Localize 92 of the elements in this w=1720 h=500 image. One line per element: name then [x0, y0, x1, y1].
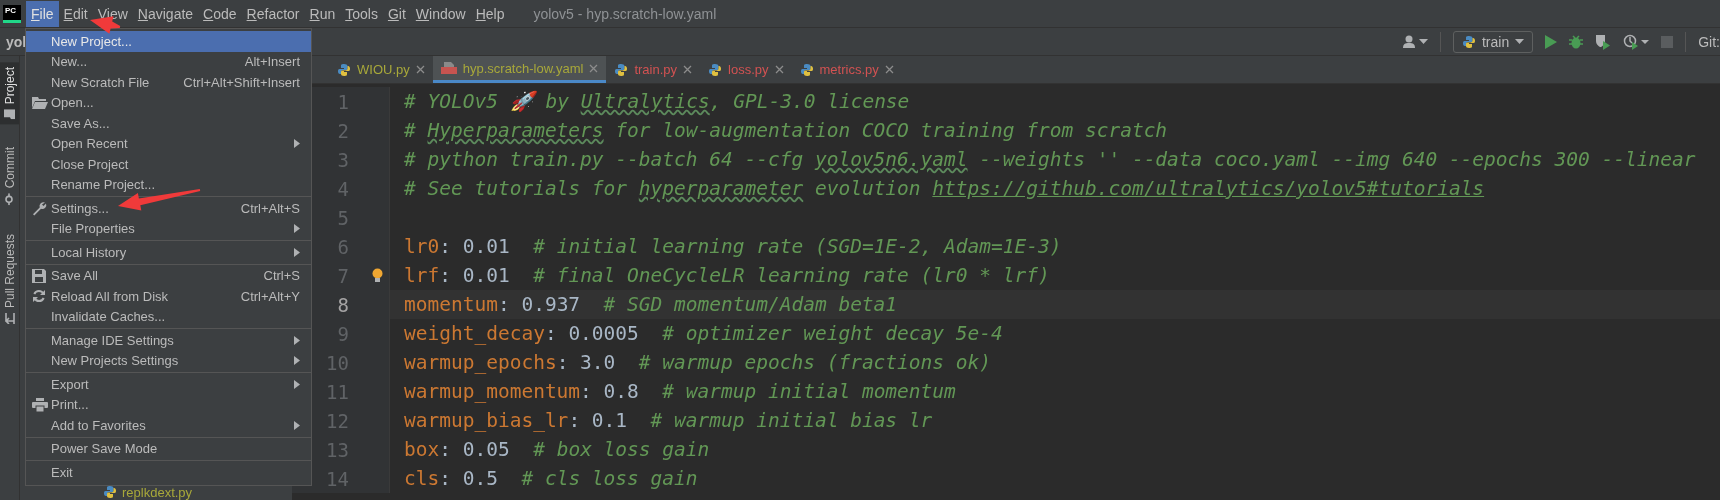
submenu-arrow-icon	[294, 139, 300, 149]
file-tree-item[interactable]: replkdext.py	[122, 484, 193, 500]
tool-window-tab[interactable]: Project	[0, 62, 19, 125]
menu-item[interactable]: File	[26, 0, 59, 27]
close-icon[interactable]	[683, 65, 693, 74]
caret-icon[interactable]	[1419, 39, 1428, 44]
menu-item[interactable]: Edit	[58, 0, 93, 27]
folder-icon	[32, 95, 48, 109]
submenu-arrow-icon	[294, 356, 300, 366]
python-file-icon	[337, 62, 351, 77]
menu-entry[interactable]: Local History	[26, 242, 311, 263]
code-line: # python train.py --batch 64 --cfg yolov5n6.yaml --weights '' --data coco.yaml --img 640 --epochs 300 --linear	[403, 148, 1696, 171]
menu-item[interactable]: Navigate	[132, 0, 199, 27]
menu-entry[interactable]: New Projects Settings	[26, 350, 311, 371]
submenu-arrow-icon	[294, 224, 300, 234]
code-line: # YOLOv5 🚀 by Ultralytics, GPL-3.0 license	[403, 90, 910, 113]
submenu-arrow-icon	[294, 420, 300, 430]
close-icon[interactable]	[589, 63, 599, 73]
submenu-arrow-icon	[294, 247, 300, 257]
menu-item[interactable]: Code	[198, 0, 242, 27]
wrench-icon	[32, 201, 47, 216]
printer-icon	[32, 397, 48, 412]
code-line: warmup_bias_lr: 0.1 # warmup initial bias lr	[403, 409, 933, 432]
caret-icon[interactable]	[1515, 39, 1525, 44]
code-line: warmup_epochs: 3.0 # warmup epochs (fractions ok)	[403, 351, 992, 374]
code-line: warmup_momentum: 0.8 # warmup initial momentum	[403, 380, 956, 403]
menu-entry[interactable]: Invalidate Caches...	[26, 306, 311, 327]
menu-entry[interactable]: File Properties	[26, 218, 311, 239]
python-file-icon	[799, 62, 814, 77]
editor-tab[interactable]: hyp.scratch-low.yaml	[432, 56, 607, 83]
menu-item[interactable]: Refactor	[241, 0, 305, 27]
close-icon[interactable]	[884, 65, 894, 74]
menu-entry[interactable]: Export	[26, 374, 311, 395]
coverage-icon[interactable]	[1595, 33, 1612, 50]
menu-entry[interactable]: Power Save Mode	[26, 438, 311, 459]
menu-entry[interactable]: Exit	[26, 462, 311, 483]
menu-entry[interactable]: New Project...	[26, 31, 311, 52]
profiler-icon[interactable]	[1623, 33, 1650, 50]
python-file-icon	[614, 62, 629, 77]
menu-entry[interactable]: New... Alt+Insert	[26, 51, 311, 72]
menu-item[interactable]: View	[92, 0, 133, 27]
code-line: # Hyperparameters for low-augmentation COCO training from scratch	[403, 119, 1168, 142]
menu-entry[interactable]: Add to Favorites	[26, 415, 311, 436]
user-button[interactable]	[1403, 35, 1428, 48]
menu-entry[interactable]: Close Project	[26, 154, 311, 175]
menu-entry[interactable]: Rename Project...	[26, 174, 311, 195]
submenu-arrow-icon	[294, 335, 300, 345]
code-line: lrf: 0.01 # final OneCycleLR learning rate (lr0 * lrf)	[403, 264, 1050, 287]
python-file-icon	[1462, 34, 1476, 49]
submenu-arrow-icon	[294, 379, 300, 389]
python-file-icon	[103, 485, 117, 499]
yaml-file-icon	[440, 61, 457, 75]
menu-item[interactable]: Help	[470, 0, 510, 27]
menu-entry[interactable]: New Scratch File Ctrl+Alt+Shift+Insert	[26, 72, 311, 93]
python-file-icon	[708, 62, 723, 77]
lightbulb-icon[interactable]	[372, 268, 383, 283]
menu-item[interactable]: Run	[304, 0, 341, 27]
code-line: momentum: 0.937 # SGD momentum/Adam beta1	[403, 293, 898, 316]
git-label: Git:	[1698, 33, 1720, 50]
code-line: cls: 0.5 # cls loss gain	[403, 467, 698, 490]
bug-icon[interactable]	[1569, 34, 1584, 49]
menu-entry[interactable]: Print...	[26, 394, 311, 415]
menu-entry[interactable]: Save As...	[26, 113, 311, 134]
project-name[interactable]: yol	[6, 33, 27, 50]
editor-tab[interactable]: WIOU.py	[329, 56, 433, 83]
close-icon[interactable]	[774, 65, 784, 74]
commit-icon	[4, 193, 15, 206]
window-title: yolov5 - hyp.scratch-low.yaml	[533, 5, 717, 22]
run-configuration-dropdown[interactable]: train	[1453, 30, 1534, 53]
menu-entry[interactable]: Save All Ctrl+S	[26, 265, 311, 286]
app-logo: PC	[3, 4, 21, 23]
folder-icon	[4, 109, 15, 120]
code-line: # See tutorials for hyperparameter evolution https://github.com/ultralytics/yolov5#tutorials	[403, 177, 1485, 200]
code-line: box: 0.05 # box loss gain	[403, 438, 710, 461]
tool-window-tab[interactable]: Commit	[0, 142, 19, 211]
menu-item[interactable]: Git	[382, 0, 411, 27]
close-icon[interactable]	[415, 65, 425, 74]
tool-window-tab[interactable]: Pull Requests	[0, 228, 19, 329]
url-link[interactable]: https://github.com/ultralytics/yolov5#tutorials	[932, 177, 1485, 200]
refresh-icon	[32, 289, 46, 303]
menu-entry[interactable]: Reload All from Disk Ctrl+Alt+Y	[26, 286, 311, 307]
menu-item[interactable]: Tools	[340, 0, 383, 27]
line-number: 8	[336, 293, 349, 316]
menu-entry[interactable]: Open Recent	[26, 133, 311, 154]
menu-entry[interactable]: Settings... Ctrl+Alt+S	[26, 198, 311, 219]
menu-item[interactable]: Window	[410, 0, 471, 27]
code-line: weight_decay: 0.0005 # optimizer weight decay 5e-4	[403, 322, 1003, 345]
run-icon[interactable]	[1545, 34, 1558, 49]
code-line: lr0: 0.01 # initial learning rate (SGD=1E-2, Adam=1E-3)	[403, 235, 1062, 258]
menu-entry[interactable]: Manage IDE Settings	[26, 330, 311, 351]
pull-request-icon	[4, 312, 15, 324]
menu-entry[interactable]: Open...	[26, 92, 311, 113]
